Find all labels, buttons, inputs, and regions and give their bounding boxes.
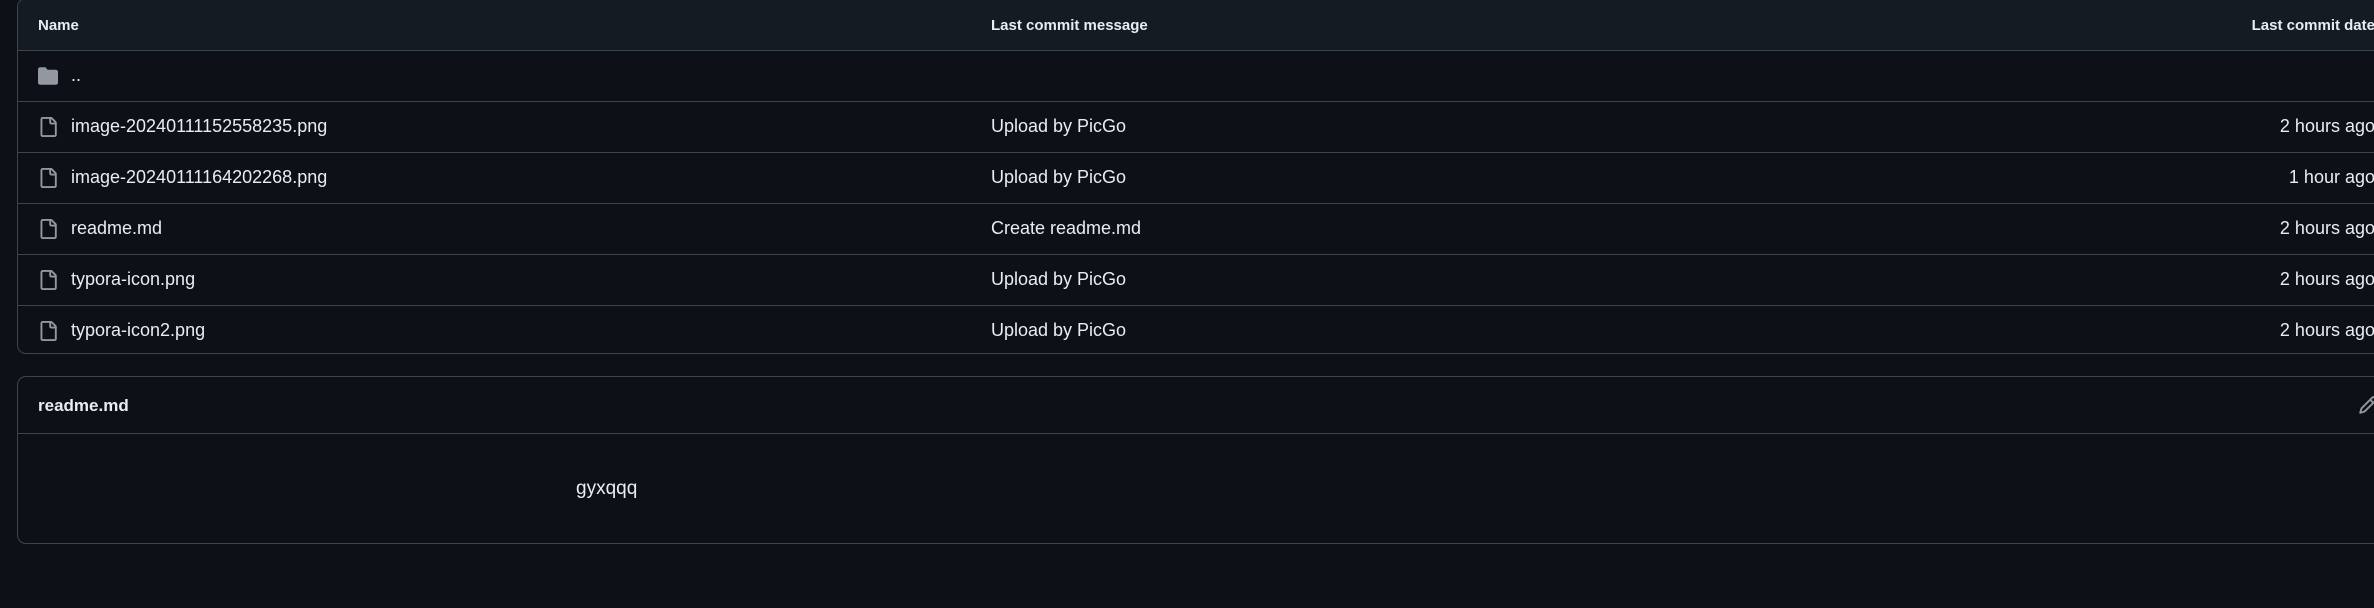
commit-date: 1 hour ago: [2288, 167, 2374, 187]
commit-date: 2 hours ago: [2279, 218, 2374, 238]
file-icon: [38, 320, 58, 342]
folder-icon: [38, 65, 58, 87]
commit-message-link[interactable]: Upload by PicGo: [991, 269, 1126, 290]
header-last-commit-date: Last commit date: [2251, 17, 2374, 34]
file-icon: [38, 218, 58, 240]
file-name-link[interactable]: readme.md: [71, 218, 162, 239]
table-row[interactable]: typora-icon2.png Upload by PicGo 2 hours…: [18, 306, 2374, 353]
readme-content: gyxqqq: [576, 478, 638, 499]
file-icon: [38, 269, 58, 291]
header-last-commit-message: Last commit message: [991, 17, 1148, 34]
commit-date: 2 hours ago: [2279, 320, 2374, 340]
file-name-link[interactable]: typora-icon.png: [71, 269, 195, 290]
pencil-icon[interactable]: [2358, 395, 2374, 415]
table-row[interactable]: typora-icon.png Upload by PicGo 2 hours …: [18, 255, 2374, 306]
file-table: Name Last commit message Last commit dat…: [17, 0, 2374, 354]
file-icon: [38, 167, 58, 189]
readme-header: readme.md: [18, 377, 2374, 434]
commit-message-link[interactable]: Upload by PicGo: [991, 320, 1126, 341]
file-name-link[interactable]: image-20240111152558235.png: [71, 116, 327, 137]
file-name-link[interactable]: image-20240111164202268.png: [71, 167, 327, 188]
parent-directory-link[interactable]: ..: [71, 65, 81, 86]
table-row[interactable]: readme.md Create readme.md 2 hours ago: [18, 204, 2374, 255]
commit-message-link[interactable]: Create readme.md: [991, 218, 1141, 239]
file-icon: [38, 116, 58, 138]
readme-panel: readme.md gyxqqq: [17, 376, 2374, 544]
parent-directory-row[interactable]: ..: [18, 51, 2374, 102]
commit-message-link[interactable]: Upload by PicGo: [991, 116, 1126, 137]
commit-message-link[interactable]: Upload by PicGo: [991, 167, 1126, 188]
table-row[interactable]: image-20240111164202268.png Upload by Pi…: [18, 153, 2374, 204]
table-row[interactable]: image-20240111152558235.png Upload by Pi…: [18, 102, 2374, 153]
commit-date: 2 hours ago: [2279, 269, 2374, 289]
header-name: Name: [38, 17, 79, 34]
readme-title[interactable]: readme.md: [38, 396, 129, 416]
commit-date: 2 hours ago: [2279, 116, 2374, 136]
file-table-header: Name Last commit message Last commit dat…: [18, 0, 2374, 51]
file-name-link[interactable]: typora-icon2.png: [71, 320, 205, 341]
